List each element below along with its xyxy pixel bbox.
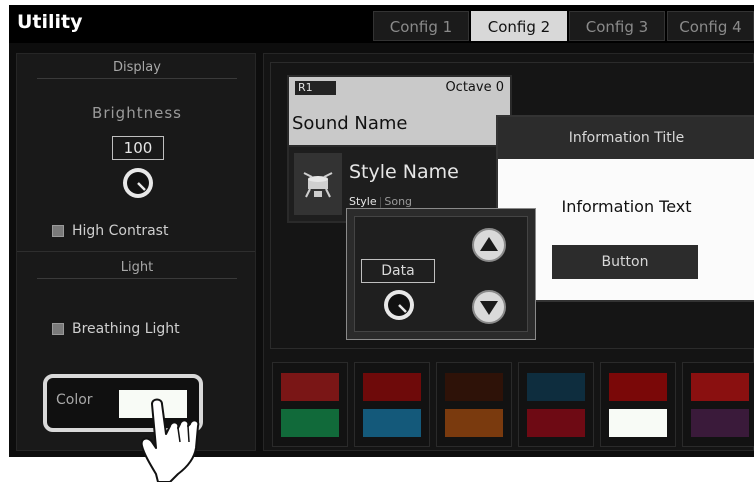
color-chip[interactable] (363, 373, 421, 401)
page-title: Utility (17, 11, 83, 33)
arrow-down-icon (480, 301, 498, 315)
brightness-value: 100 (112, 136, 164, 160)
dialog-title: Information Title (498, 117, 754, 159)
knob-icon[interactable] (381, 287, 417, 323)
tab-config-3[interactable]: Config 3 (569, 11, 665, 41)
color-palette (272, 362, 754, 451)
color-chip[interactable] (281, 409, 339, 437)
sound-header: R1 Octave 0 Sound Name (289, 77, 510, 145)
color-chip[interactable] (609, 409, 667, 437)
register-badge: R1 (295, 81, 336, 95)
brightness-label: Brightness (92, 104, 182, 122)
data-label: Data (361, 259, 435, 283)
sound-name[interactable]: Sound Name (292, 113, 408, 134)
tab-config-4[interactable]: Config 4 (667, 11, 754, 41)
data-dialog: Data (346, 208, 536, 340)
breathing-light-checkbox[interactable]: Breathing Light (52, 320, 180, 338)
palette-swatch-pair (682, 362, 754, 447)
style-name: Style Name (349, 161, 459, 183)
color-label: Color (56, 392, 93, 408)
palette-swatch-pair (600, 362, 676, 447)
high-contrast-checkbox[interactable]: High Contrast (52, 222, 168, 240)
arrow-up-icon (480, 237, 498, 251)
color-chip[interactable] (527, 409, 585, 437)
tab-config-1[interactable]: Config 1 (373, 11, 469, 41)
color-chip[interactable] (445, 409, 503, 437)
color-chip[interactable] (363, 409, 421, 437)
color-chip[interactable] (445, 373, 503, 401)
octave-label: Octave 0 (445, 80, 504, 95)
breathing-light-label: Breathing Light (72, 321, 180, 337)
palette-swatch-pair (354, 362, 430, 447)
song-tab[interactable]: Song (384, 195, 412, 208)
light-section-title: Light (37, 260, 237, 279)
knob-icon[interactable] (120, 165, 156, 201)
dialog-text: Information Text (561, 197, 692, 216)
sound-display: R1 Octave 0 Sound Name Style Name Style |… (287, 75, 512, 223)
style-icon-box (294, 153, 342, 215)
checkbox-box[interactable] (52, 225, 64, 237)
palette-swatch-pair (272, 362, 348, 447)
dialog-button[interactable]: Button (552, 245, 698, 279)
style-song-switch[interactable]: Style | Song (349, 195, 412, 208)
display-section-title: Display (37, 60, 237, 79)
color-chip[interactable] (609, 373, 667, 401)
palette-swatch-pair (436, 362, 512, 447)
title-bar: Utility Config 1 Config 2 Config 3 Confi… (9, 5, 754, 43)
decrement-button[interactable] (472, 290, 506, 324)
high-contrast-label: High Contrast (72, 223, 169, 239)
palette-swatch-pair (518, 362, 594, 447)
color-chip[interactable] (691, 409, 749, 437)
data-dialog-body: Data (354, 216, 528, 332)
color-chip[interactable] (281, 373, 339, 401)
tab-config-2[interactable]: Config 2 (471, 11, 567, 41)
instrument-screen: Utility Config 1 Config 2 Config 3 Confi… (9, 5, 754, 457)
checkbox-box[interactable] (52, 323, 64, 335)
style-tab[interactable]: Style (349, 195, 377, 208)
increment-button[interactable] (472, 228, 506, 262)
hand-pointer-icon (140, 398, 200, 482)
divider (17, 251, 255, 252)
color-chip[interactable] (691, 373, 749, 401)
color-chip[interactable] (527, 373, 585, 401)
style-drum-icon (303, 172, 333, 198)
